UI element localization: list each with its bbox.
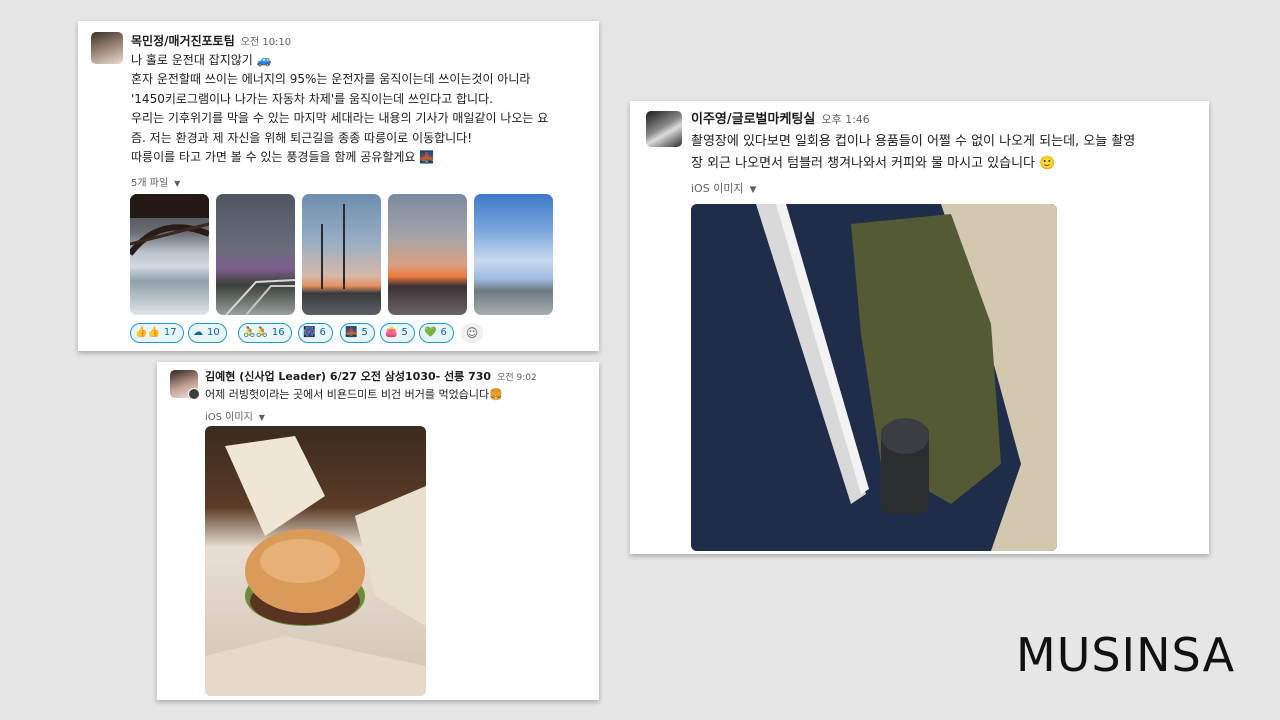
message-line: 따릉이를 타고 가면 볼 수 있는 풍경들을 함께 공유할게요 🌉 <box>131 150 435 164</box>
avatar[interactable] <box>646 111 682 147</box>
timestamp[interactable]: 오전 10:10 <box>241 37 291 48</box>
photo-tumbler-bag[interactable] <box>691 204 1057 551</box>
message-line: 장 외근 나오면서 텀블러 챙겨나와서 커피와 물 마시고 있습니다 🙂 <box>691 156 1056 171</box>
streetlight-icon <box>321 204 345 289</box>
caret-down-icon: ▼ <box>258 413 265 422</box>
message-line: 어제 러빙헛이라는 곳에서 비욘드미트 비건 버거를 먹었습니다🍔 <box>205 388 503 401</box>
author-name[interactable]: 이주영/글로벌마케팅실 오후 1:46 <box>691 108 870 127</box>
files-toggle[interactable]: 5개 파일 ▼ <box>131 174 180 189</box>
message-card-tumbler: 이주영/글로벌마케팅실 오후 1:46 촬영장에 있다보면 일회용 컵이나 용품들… <box>630 101 1209 554</box>
photo-dusk-streetlight[interactable] <box>302 194 381 315</box>
reaction-thumbs-up[interactable]: 👍👍 17 <box>130 323 184 343</box>
image-label-toggle[interactable]: iOS 이미지 ▼ <box>691 180 756 196</box>
message-line: '1450키로그램이나 나가는 자동차 차제'를 움직이는데 쓰인다고 합니다. <box>131 92 493 106</box>
message-line: 즘. 저는 환경과 제 자신을 위해 퇴근길을 종종 따릉이로 이동합니다! <box>131 131 473 145</box>
reaction-cloud[interactable]: ☁ 10 <box>188 323 227 343</box>
message-line: 우리는 기후위기를 막을 수 있는 마지막 세대라는 내용의 기사가 매일같이 … <box>131 111 549 125</box>
photo-sunset-river[interactable] <box>388 194 467 315</box>
photo-night-path[interactable] <box>216 194 295 315</box>
brand-logo: MUSINSA <box>1016 628 1236 682</box>
image-label-toggle[interactable]: iOS 이미지 ▼ <box>205 408 265 423</box>
path-lines-icon <box>225 279 295 315</box>
photo-blue-sky[interactable] <box>474 194 553 315</box>
bridge-arch-icon <box>130 194 209 256</box>
message-line: 나 홀로 운전대 잡지않기 🚙 <box>131 53 272 67</box>
avatar[interactable] <box>91 32 123 64</box>
reaction-ttareungi[interactable]: 👛 5 <box>380 323 415 343</box>
photo-vegan-burger[interactable] <box>205 426 426 696</box>
message-card-bike-commute: 목민정/매거진포토팀 오전 10:10 나 홀로 운전대 잡지않기 🚙 혼자 운전… <box>78 21 599 351</box>
status-icon <box>188 388 200 400</box>
burger-illustration <box>205 436 426 696</box>
reaction-bicycle[interactable]: 🚴🚴 16 <box>238 323 292 343</box>
message-line: 촬영장에 있다보면 일회용 컵이나 용품들이 어쩔 수 없이 나오게 되는데, … <box>691 134 1136 149</box>
reaction-green-heart[interactable]: 💚 6 <box>419 323 454 343</box>
reaction-fireworks[interactable]: 🎆 6 <box>298 323 333 343</box>
message-card-vegan-burger: 김예현 (신사업 Leader) 6/27 오전 삼성1030- 선릉 730 오… <box>157 362 599 700</box>
message-line: 혼자 운전할때 쓰이는 에너지의 95%는 운전자를 움직이는데 쓰이는것이 아… <box>131 72 531 86</box>
reaction-bridge-night[interactable]: 🌉 5 <box>340 323 375 343</box>
bag-illustration <box>691 204 1057 551</box>
add-reaction-icon[interactable]: ☺ <box>461 323 483 343</box>
timestamp[interactable]: 오후 1:46 <box>821 113 869 126</box>
caret-down-icon: ▼ <box>174 179 181 188</box>
photo-bridge-river[interactable] <box>130 194 209 315</box>
timestamp[interactable]: 오전 9:02 <box>497 373 537 383</box>
author-name[interactable]: 김예현 (신사업 Leader) 6/27 오전 삼성1030- 선릉 730 오… <box>205 368 537 384</box>
caret-down-icon: ▼ <box>749 185 757 195</box>
author-name[interactable]: 목민정/매거진포토팀 오전 10:10 <box>131 32 291 49</box>
